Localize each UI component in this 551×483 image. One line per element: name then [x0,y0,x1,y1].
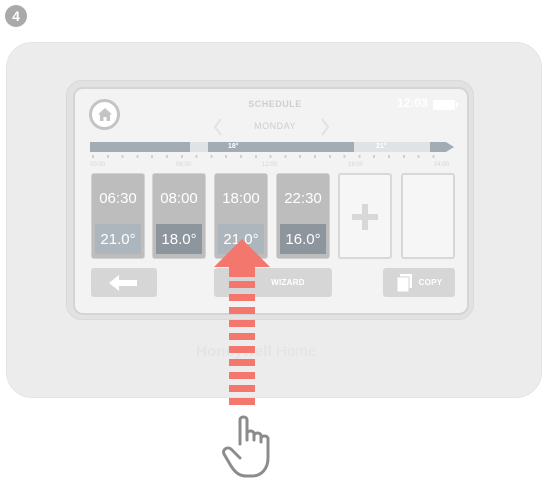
timeline-label: 21° [376,143,387,150]
timeline-ticks [92,155,447,158]
chevron-left-icon [213,118,222,136]
slot-temperature: 18.0° [156,224,202,254]
copy-icon [396,273,412,292]
slot-time: 18:00 [222,189,260,207]
swipe-up-arrow-icon [214,239,270,405]
timeline-segment [354,142,430,152]
step-number-badge: 4 [5,5,27,27]
slot-time: 22:30 [284,189,322,207]
screen-title: SCHEDULE [248,99,302,109]
slot-time: 06:30 [99,189,137,207]
copy-button-label: COPY [418,278,443,287]
next-day-button[interactable] [317,116,333,138]
tick-label: 24:00 [434,162,450,168]
schedule-slot-card[interactable]: 22:30 16.0° [276,173,330,259]
back-arrow-icon [109,274,137,291]
hand-pointer-icon [222,415,270,478]
tick-label: 00:00 [90,162,106,168]
slot-temperature: 21.0° [95,224,141,254]
copy-button[interactable]: COPY [383,268,455,297]
chevron-right-icon [321,118,330,136]
plus-icon [352,204,378,230]
back-button[interactable] [91,268,157,297]
schedule-slot-card[interactable]: 06:30 21.0° [91,173,145,259]
previous-day-button[interactable] [210,116,226,138]
timeline-segment [90,142,190,152]
empty-slot [401,173,455,259]
tick-label: 12:00 [262,162,278,168]
timeline-label: 18° [228,143,239,150]
timeline-segment [190,142,208,152]
day-label: MONDAY [254,121,296,131]
clock-display: 12:03 [397,96,428,110]
schedule-timeline: 18° 21° [90,142,454,152]
brand-name-regular: Home [276,343,317,360]
tick-label: 06:00 [176,162,192,168]
battery-icon [433,100,458,110]
slot-temperature: 16.0° [280,224,326,254]
tick-label: 18:00 [348,162,364,168]
home-icon [97,108,112,121]
timeline-segment [430,142,446,152]
schedule-slot-card[interactable]: 08:00 18.0° [152,173,206,259]
wizard-button-label: WIZARD [271,278,305,287]
home-button[interactable] [89,99,120,130]
slot-time: 08:00 [160,189,198,207]
add-slot-button[interactable] [338,173,392,259]
timeline-end-arrow [446,142,454,152]
